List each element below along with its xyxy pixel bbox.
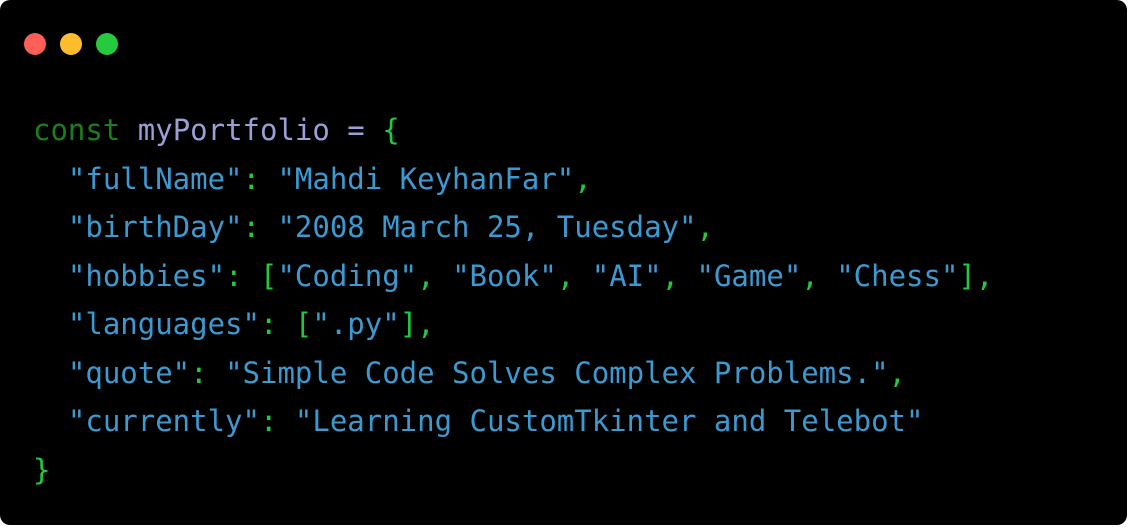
key-currently: "currently": [67, 404, 260, 438]
value-currently: "Learning CustomTkinter and Telebot": [294, 404, 924, 438]
assign-operator: =: [329, 113, 383, 147]
maximize-button[interactable]: [96, 33, 118, 55]
minimize-button[interactable]: [60, 33, 82, 55]
key-fullname: "fullName": [67, 161, 243, 196]
key-languages: "languages": [67, 307, 260, 341]
hobby-item: "Book": [452, 258, 557, 293]
value-fullname: "Mahdi KeyhanFar": [277, 161, 575, 196]
key-hobbies: "hobbies": [67, 258, 226, 293]
window-controls: [24, 33, 118, 55]
code-line-hobbies: "hobbies": ["Coding", "Book", "AI", "Gam…: [67, 258, 994, 293]
value-birthday: "2008 March 25, Tuesday": [277, 210, 697, 244]
code-line-currently: "currently": "Learning CustomTkinter and…: [67, 404, 924, 438]
value-quote: "Simple Code Solves Complex Problems.": [225, 355, 889, 390]
hobby-item: "Game": [696, 258, 802, 293]
code-line-languages: "languages": [".py"],: [67, 307, 435, 341]
code-line-declaration: const myPortfolio = {: [33, 106, 993, 155]
open-brace: {: [382, 113, 400, 147]
keyword: const: [33, 113, 121, 147]
hobby-item: "AI": [591, 258, 662, 293]
close-button[interactable]: [24, 33, 46, 55]
language-item: ".py": [312, 307, 400, 341]
code-window: const myPortfolio = { "fullName": "Mahdi…: [0, 0, 1127, 525]
close-brace: }: [33, 452, 51, 487]
hobby-item: "Coding": [277, 258, 418, 293]
key-quote: "quote": [67, 355, 191, 390]
code-line-quote: "quote": "Simple Code Solves Complex Pro…: [67, 355, 906, 390]
variable-name: myPortfolio: [137, 113, 330, 147]
code-block: const myPortfolio = { "fullName": "Mahdi…: [33, 106, 993, 494]
code-line-fullname: "fullName": "Mahdi KeyhanFar",: [67, 161, 592, 196]
code-line-birthday: "birthDay": "2008 March 25, Tuesday",: [67, 210, 714, 244]
hobby-item: "Chess": [836, 258, 959, 293]
key-birthday: "birthDay": [67, 210, 243, 244]
code-line-close: }: [33, 446, 993, 495]
